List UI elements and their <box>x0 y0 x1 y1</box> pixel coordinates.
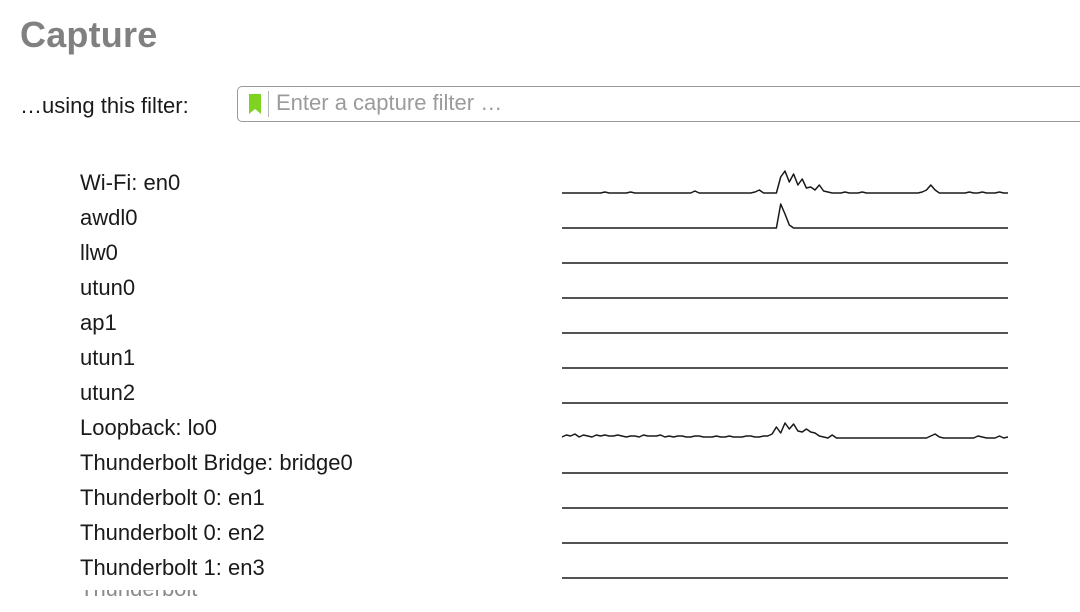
interface-row[interactable]: utun2 <box>0 376 1080 411</box>
interface-name: Loopback: lo0 <box>80 415 217 440</box>
interface-name: utun2 <box>80 380 136 405</box>
traffic-line <box>562 170 1008 194</box>
interface-traffic-sparkline <box>561 422 1009 439</box>
interface-traffic-sparkline <box>562 367 1008 369</box>
interface-traffic-sparkline <box>562 472 1008 474</box>
interface-row[interactable]: Thunderbolt Bridge: bridge0 <box>0 446 1080 481</box>
traffic-line <box>561 422 1009 439</box>
capture-filter-label: …using this filter: <box>20 93 189 118</box>
interface-name: llw0 <box>80 240 118 265</box>
interface-row[interactable]: Thunderbolt 0: en1 <box>0 481 1080 516</box>
interface-row[interactable]: Wi-Fi: en0 <box>0 166 1080 201</box>
capture-filter-row: …using this filter: <box>20 86 1080 126</box>
capture-section-title: Capture <box>20 14 158 55</box>
interface-traffic-sparkline <box>562 402 1008 404</box>
interface-traffic-sparkline <box>562 170 1008 194</box>
capture-filter-input[interactable] <box>276 89 1080 117</box>
interface-row[interactable]: Loopback: lo0 <box>0 411 1080 446</box>
interface-row[interactable]: Thunderbolt 0: en2 <box>0 516 1080 551</box>
interface-row[interactable]: ap1 <box>0 306 1080 341</box>
interface-traffic-sparkline <box>562 203 1008 229</box>
interface-row[interactable]: utun0 <box>0 271 1080 306</box>
interface-name: utun1 <box>80 345 136 370</box>
interface-name: awdl0 <box>80 205 138 230</box>
interface-row[interactable]: awdl0 <box>0 201 1080 236</box>
interface-name: ap1 <box>80 310 117 335</box>
interface-row[interactable]: Thunderbolt 1: en3 <box>0 551 1080 586</box>
interface-name: Wi-Fi: en0 <box>80 170 181 195</box>
interface-list[interactable]: Thunderbolt Wi-Fi: en0 awdl0 llw0 utun0 ap1 u… <box>0 166 1080 596</box>
bookmark-icon <box>249 94 261 114</box>
traffic-line <box>562 203 1008 229</box>
interface-traffic-sparkline <box>562 577 1008 579</box>
interface-name: Thunderbolt 1: en3 <box>80 555 265 580</box>
interface-name: Thunderbolt 0: en1 <box>80 485 265 510</box>
interface-traffic-sparkline <box>562 332 1008 334</box>
interface-traffic-sparkline <box>562 262 1008 264</box>
interface-row[interactable]: utun1 <box>0 341 1080 376</box>
interface-traffic-sparkline <box>562 542 1008 544</box>
filter-bookmark-button[interactable] <box>244 91 269 117</box>
interface-row-partial: Thunderbolt <box>80 590 230 596</box>
interface-name: Thunderbolt Bridge: bridge0 <box>80 450 353 475</box>
interface-traffic-sparkline <box>562 507 1008 509</box>
interface-row[interactable]: llw0 <box>0 236 1080 271</box>
interface-name: utun0 <box>80 275 136 300</box>
interface-traffic-sparkline <box>562 297 1008 299</box>
capture-filter-field[interactable] <box>237 86 1080 122</box>
interface-name: Thunderbolt 0: en2 <box>80 520 265 545</box>
